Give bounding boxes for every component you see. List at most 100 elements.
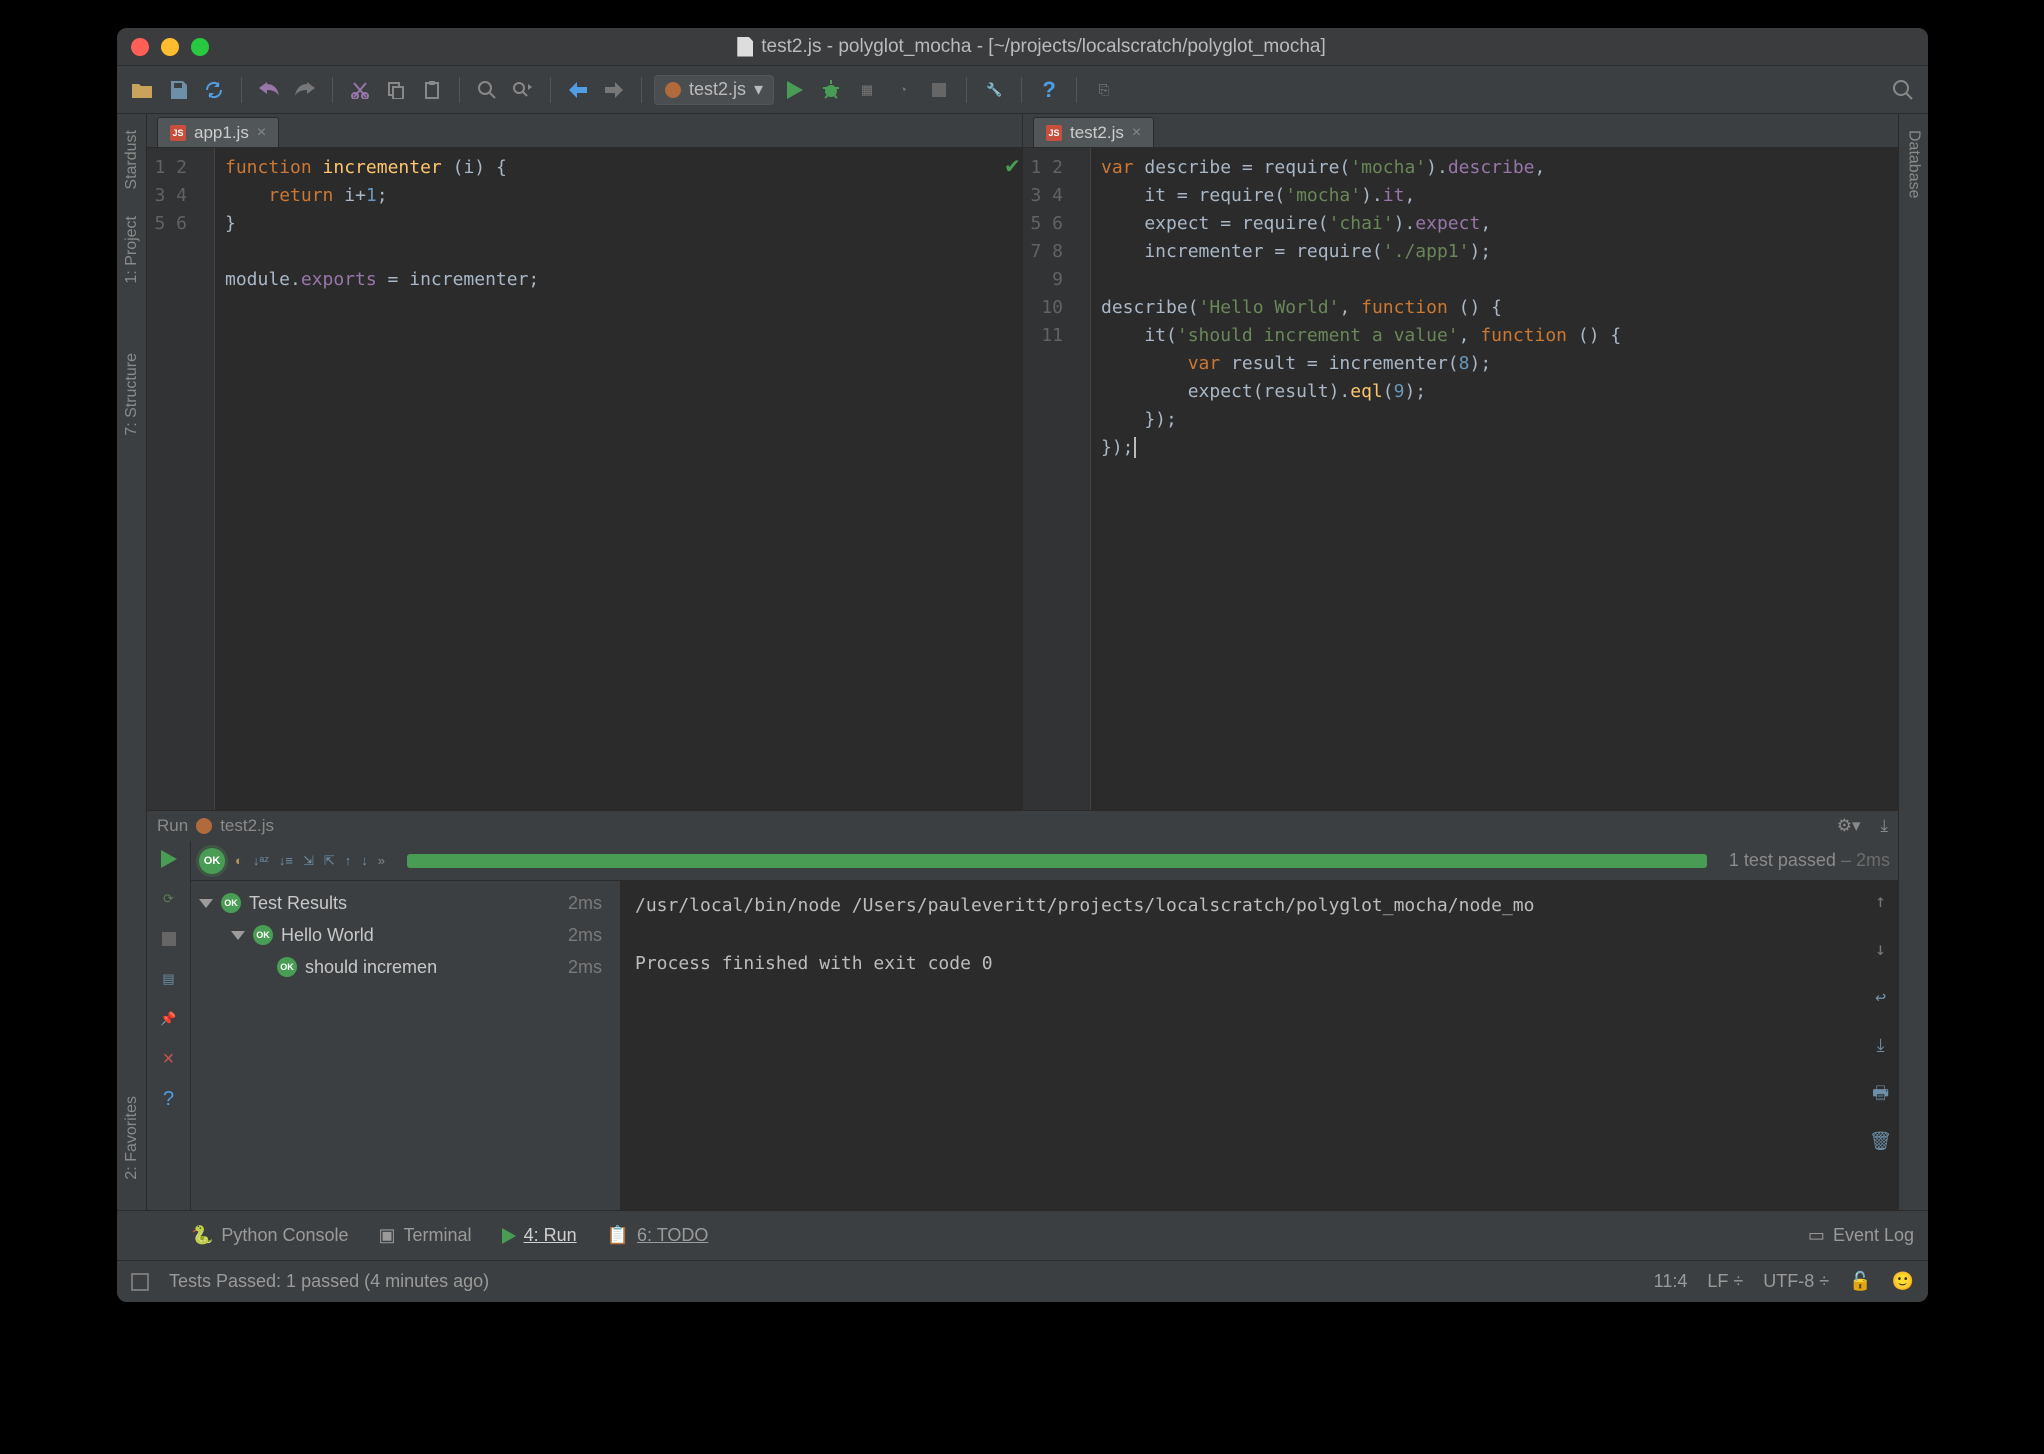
readonly-lock-icon[interactable]: 🔓 — [1849, 1271, 1871, 1292]
open-icon[interactable] — [127, 75, 157, 105]
copy-icon[interactable] — [381, 75, 411, 105]
log-icon: ▭ — [1808, 1225, 1825, 1246]
hide-icon[interactable]: ⤓ — [1880, 816, 1888, 836]
clear-icon[interactable]: 🗑 — [1869, 1127, 1892, 1157]
replace-icon[interactable] — [508, 75, 538, 105]
tab-label: test2.js — [1070, 123, 1124, 143]
hector-icon[interactable]: 🙂 — [1892, 1271, 1914, 1292]
back-icon[interactable] — [563, 75, 593, 105]
ide-window: test2.js - polyglot_mocha - [~/projects/… — [117, 28, 1928, 1302]
console-line: Process finished with exit code 0 — [635, 949, 1884, 979]
stop-icon[interactable] — [157, 927, 181, 951]
coverage-icon[interactable]: ▦ — [852, 75, 882, 105]
structure-toolwindow-button[interactable]: 7: Structure — [121, 347, 143, 442]
pin-icon[interactable]: 📌 — [157, 1007, 181, 1031]
window-zoom-button[interactable] — [191, 38, 209, 56]
titlebar: test2.js - polyglot_mocha - [~/projects/… — [117, 28, 1928, 66]
gear-icon[interactable]: ⚙︎▾ — [1837, 816, 1861, 836]
toggle-auto-test-icon[interactable]: ⟳ — [157, 887, 181, 911]
redo-icon[interactable] — [290, 75, 320, 105]
expand-icon[interactable] — [231, 931, 245, 940]
collapse-all-icon[interactable]: ⇱ — [324, 853, 335, 869]
scroll-down-icon[interactable]: ↓ — [1875, 935, 1886, 965]
editor-pane-left: JS app1.js × 1 2 3 4 5 6 function increm… — [147, 114, 1023, 810]
status-bar: Tests Passed: 1 passed (4 minutes ago) 1… — [117, 1260, 1928, 1302]
profile-icon[interactable]: ◔ — [888, 75, 918, 105]
tree-root[interactable]: OK Test Results 2ms — [191, 887, 620, 919]
run-config-label: test2.js — [689, 79, 746, 100]
debug-icon[interactable] — [816, 75, 846, 105]
status-message: Tests Passed: 1 passed (4 minutes ago) — [169, 1271, 489, 1292]
help-icon[interactable]: ? — [1034, 75, 1064, 105]
stop-icon[interactable] — [924, 75, 954, 105]
more-icon[interactable]: » — [378, 853, 385, 868]
rerun-icon[interactable] — [157, 847, 181, 871]
run-icon[interactable] — [780, 75, 810, 105]
inspection-ok-icon: ✔ — [1004, 156, 1021, 178]
run-config-selector[interactable]: test2.js ▾ — [654, 75, 774, 105]
window-close-button[interactable] — [131, 38, 149, 56]
python-console-tab[interactable]: 🐍 Python Console — [191, 1225, 349, 1246]
sync-icon[interactable] — [199, 75, 229, 105]
ok-badge-icon: OK — [277, 957, 297, 977]
terminal-tab[interactable]: ▣ Terminal — [379, 1225, 472, 1246]
help-icon[interactable]: ? — [157, 1087, 181, 1111]
caret-position[interactable]: 11:4 — [1654, 1271, 1688, 1292]
code-editor-left[interactable]: 1 2 3 4 5 6 function incrementer (i) { r… — [147, 148, 1022, 810]
tab-app1[interactable]: JS app1.js × — [157, 117, 279, 147]
todo-tab[interactable]: 📋 6: TODO — [607, 1225, 709, 1246]
show-passed-icon[interactable]: OK — [199, 848, 225, 874]
expand-all-icon[interactable]: ⇲ — [303, 853, 314, 869]
window-title-text: test2.js - polyglot_mocha - [~/projects/… — [761, 36, 1325, 58]
print-icon[interactable]: 🖶 — [1872, 1079, 1889, 1109]
cut-icon[interactable] — [345, 75, 375, 105]
file-icon — [737, 37, 753, 57]
prev-fail-icon[interactable]: ↑ — [345, 853, 352, 868]
toolwindows-toggle-icon[interactable] — [131, 1273, 149, 1291]
next-fail-icon[interactable]: ↓ — [361, 853, 368, 868]
find-icon[interactable] — [472, 75, 502, 105]
terminal-icon: ▣ — [379, 1225, 396, 1246]
stardust-toolwindow-button[interactable]: Stardust — [121, 124, 143, 196]
project-toolwindow-button[interactable]: 1: Project — [121, 210, 143, 290]
tab-test2[interactable]: JS test2.js × — [1033, 117, 1154, 147]
layout-icon[interactable]: ▤ — [157, 967, 181, 991]
run-tab[interactable]: 4: Run — [502, 1225, 577, 1246]
test-summary: 1 test passed – 2ms — [1729, 850, 1890, 871]
show-ignored-icon[interactable]: ◐ — [235, 853, 243, 868]
chevron-down-icon: ▾ — [754, 79, 763, 100]
tree-case[interactable]: OK should incremen 2ms — [191, 951, 620, 983]
save-all-icon[interactable] — [163, 75, 193, 105]
python-icon: 🐍 — [191, 1225, 213, 1246]
search-everywhere-icon[interactable] — [1888, 75, 1918, 105]
forward-icon[interactable] — [599, 75, 629, 105]
close-tab-icon[interactable]: × — [1132, 124, 1141, 142]
event-log-tab[interactable]: ▭ Event Log — [1808, 1225, 1914, 1246]
left-tool-strip: Stardust 1: Project 7: Structure 2: Favo… — [117, 114, 147, 1210]
close-icon[interactable]: × — [157, 1047, 181, 1071]
database-toolwindow-button[interactable]: Database — [1903, 124, 1925, 205]
paste-icon[interactable] — [417, 75, 447, 105]
code-editor-right[interactable]: 1 2 3 4 5 6 7 8 9 10 11 var describe = r… — [1023, 148, 1898, 810]
soft-wrap-icon[interactable]: ↩︎ — [1875, 983, 1886, 1013]
tree-suite[interactable]: OK Hello World 2ms — [191, 919, 620, 951]
close-tab-icon[interactable]: × — [257, 124, 266, 142]
run-console[interactable]: /usr/local/bin/node /Users/pauleveritt/p… — [621, 881, 1898, 1210]
window-minimize-button[interactable] — [161, 38, 179, 56]
test-toolbar: OK ◐ ↓ᵃᶻ ↓≡ ⇲ ⇱ ↑ ↓ » — [191, 841, 1898, 881]
undo-icon[interactable] — [254, 75, 284, 105]
test-tree[interactable]: OK Test Results 2ms OK Hello World 2ms — [191, 881, 621, 1210]
scroll-to-end-icon[interactable]: ⤓ — [1877, 1031, 1885, 1061]
file-encoding[interactable]: UTF-8 ÷ — [1763, 1271, 1829, 1292]
scroll-up-icon[interactable]: ↑ — [1875, 887, 1886, 917]
todo-icon: 📋 — [607, 1225, 629, 1246]
window-title: test2.js - polyglot_mocha - [~/projects/… — [209, 36, 1854, 58]
line-separator[interactable]: LF ÷ — [1707, 1271, 1743, 1292]
sort-alpha-icon[interactable]: ↓ᵃᶻ — [253, 853, 269, 868]
sort-duration-icon[interactable]: ↓≡ — [279, 853, 293, 868]
favorites-toolwindow-button[interactable]: 2: Favorites — [121, 1090, 143, 1186]
expand-icon[interactable] — [199, 899, 213, 908]
update-icon[interactable]: ⎘ — [1089, 75, 1119, 105]
settings-icon[interactable]: 🔧 — [979, 75, 1009, 105]
gutter: 1 2 3 4 5 6 7 8 9 10 11 — [1023, 148, 1073, 810]
